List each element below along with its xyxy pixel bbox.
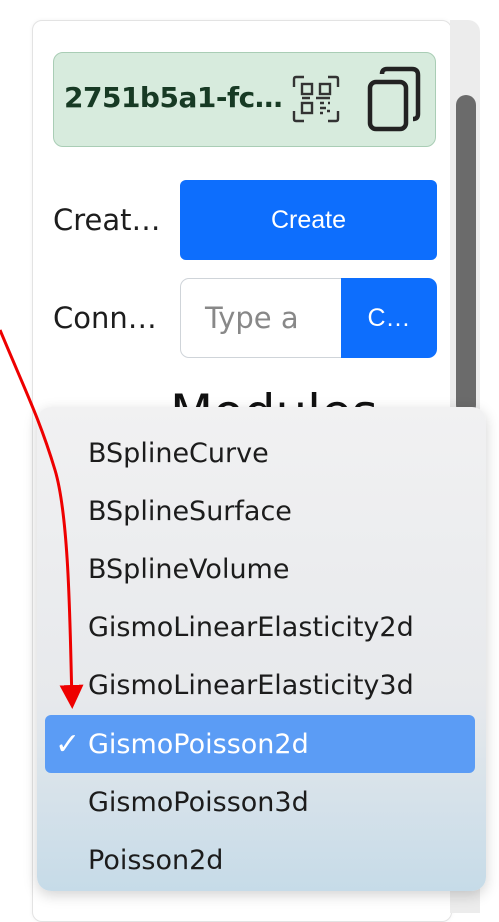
create-row-label: Creat… [53,203,161,237]
create-button[interactable]: Create [180,180,437,260]
dropdown-option[interactable]: BSplineVolume [37,540,486,598]
dropdown-option-label: BSplineVolume [88,553,290,585]
qr-code-icon[interactable] [290,73,342,125]
dropdown-option[interactable]: ✓ GismoPoisson2d [45,715,475,773]
dropdown-option[interactable]: GismoPoisson3d [37,773,486,831]
dropdown-option-label: GismoLinearElasticity3d [88,670,414,702]
session-id-box: 2751b5a1-fc… [53,52,436,147]
dropdown-option-label: BSplineCurve [88,437,269,469]
dropdown-option-label: GismoPoisson3d [88,786,309,818]
dropdown-option-label: GismoLinearElasticity2d [88,612,414,644]
module-select-dropdown[interactable]: BSplineCurve BSplineSurface BSplineVolume G… [37,407,486,891]
dropdown-option[interactable]: BSplineSurface [37,482,486,540]
session-id-text: 2751b5a1-fc… [64,81,283,114]
dropdown-option-label: BSplineSurface [88,495,292,527]
dropdown-option[interactable]: GismoLinearElasticity2d [37,599,486,657]
scrollbar-thumb[interactable] [456,95,476,415]
dropdown-option[interactable]: GismoLinearElasticity3d [37,657,486,715]
checkmark-icon: ✓ [55,727,81,762]
dropdown-option-label: GismoPoisson2d [88,728,309,760]
dropdown-option[interactable]: Poisson2d [37,831,486,889]
connect-row-label: Conn… [53,301,157,335]
dropdown-option-label: Poisson2d [88,844,224,876]
connect-button[interactable]: C… [341,278,437,358]
copy-icon[interactable] [366,66,422,132]
dropdown-option[interactable]: BSplineCurve [37,424,486,482]
connect-session-input[interactable]: Type a [180,278,342,358]
